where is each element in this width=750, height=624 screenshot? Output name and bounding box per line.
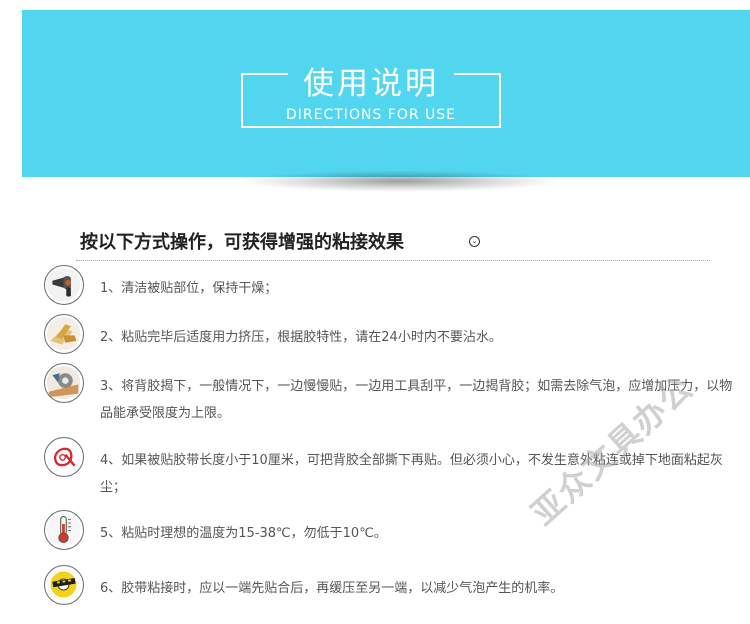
step-4-text: 4、如果被贴胶带长度小于10厘米，可把背胶全部撕下再贴。但必须小心，不发生意外粘… — [100, 453, 723, 495]
page-subtitle: DIRECTIONS FOR USE — [286, 107, 456, 123]
step-5-text: 5、粘贴时理想的温度为15-38℃，勿低于10℃。 — [100, 526, 387, 541]
hair-dryer-icon — [44, 265, 84, 305]
yellow-tape-roll-icon — [44, 565, 84, 605]
section-heading: 按以下方式操作，可获得增强的粘接效果 — [80, 232, 404, 253]
tape-roll-peel-icon — [44, 363, 84, 403]
page-title: 使用说明 — [303, 66, 439, 102]
step-1-text: 1、清洁被贴部位，保持干燥； — [100, 281, 278, 296]
step-2-text: 2、粘贴完毕后适度用力挤压，根据胶特性，请在24小时内不要沾水。 — [100, 330, 502, 345]
circle-down-icon: ⌄ — [469, 236, 480, 247]
pressing-hand-icon — [44, 314, 84, 354]
red-tape-icon — [44, 437, 84, 477]
step-6-text: 6、胶带粘接时，应以一端先贴合后，再缓压至另一端，以减少气泡产生的机率。 — [100, 581, 564, 596]
banner-shadow — [240, 170, 560, 192]
thermometer-icon — [44, 510, 84, 550]
divider — [76, 260, 710, 261]
